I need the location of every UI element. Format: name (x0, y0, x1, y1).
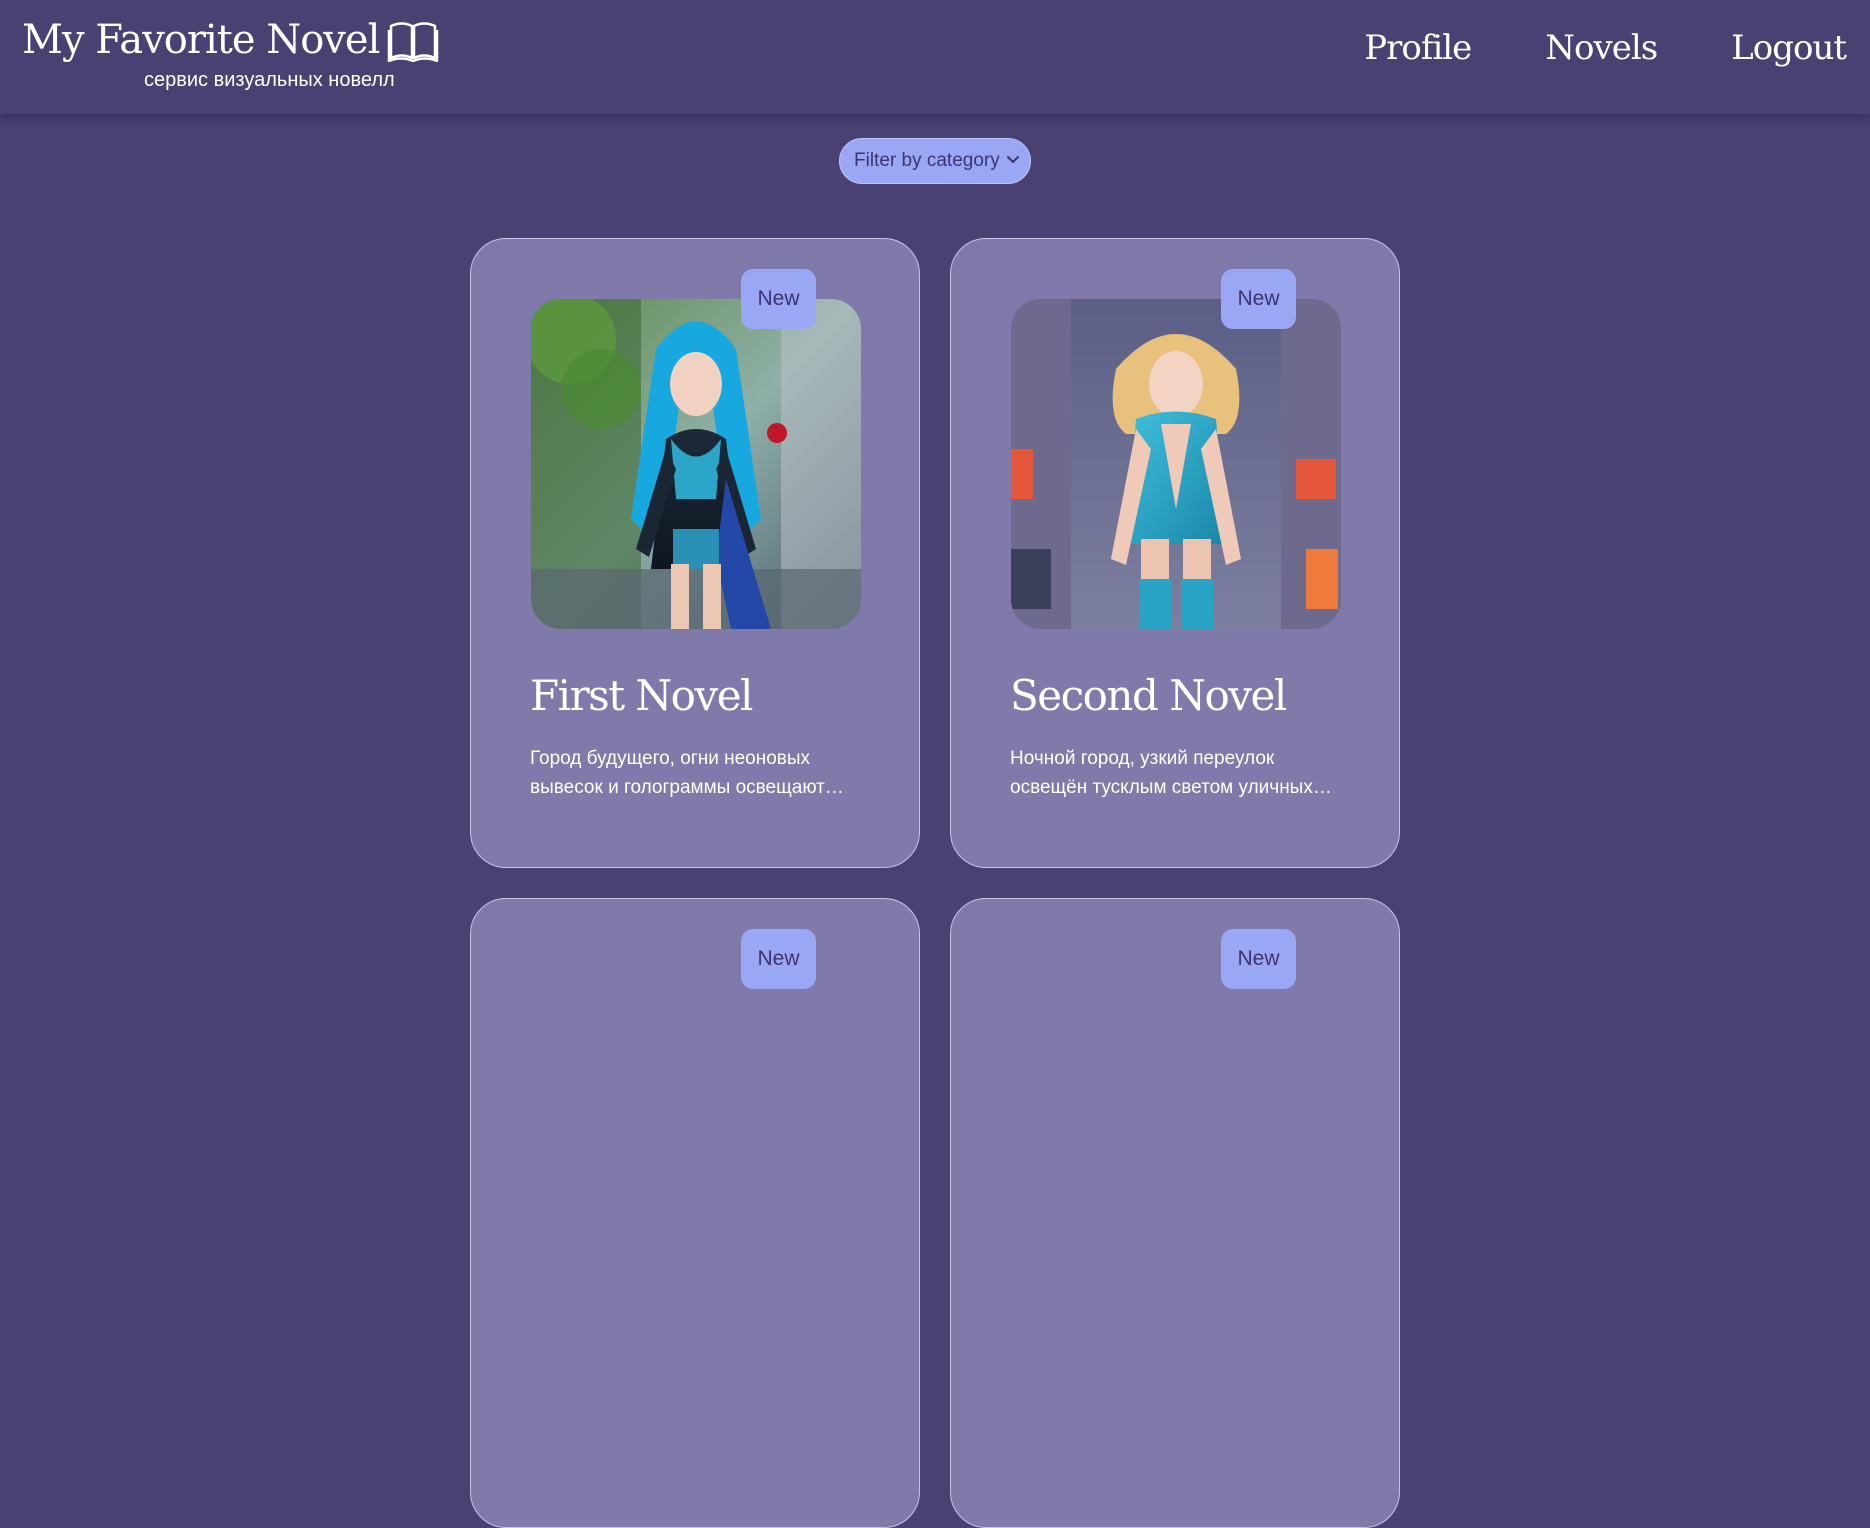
nav-novels-link[interactable]: Novels (1545, 28, 1658, 68)
new-badge: New (741, 269, 816, 329)
novel-card[interactable]: New (950, 898, 1400, 1528)
new-badge: New (1221, 929, 1296, 989)
novel-description: Ночной город, узкий переулок освещён тус… (1010, 748, 1332, 798)
new-badge: New (741, 929, 816, 989)
logo-title: My Favorite Novel (22, 17, 380, 63)
novel-cover-image (531, 299, 861, 629)
novel-card[interactable]: New (950, 238, 1400, 868)
open-book-icon (388, 22, 439, 62)
novel-title: First Novel (530, 671, 754, 720)
novel-cover-image (1011, 299, 1341, 629)
novel-card[interactable]: New (470, 238, 920, 868)
site-logo[interactable]: My Favorite Novel сервис визуальных нове… (22, 17, 439, 91)
novel-description: Город будущего, огни неоновых вывесок и … (530, 748, 844, 798)
main-nav: Profile Novels Logout (1364, 28, 1847, 68)
nav-logout-link[interactable]: Logout (1731, 28, 1847, 68)
category-filter-label: Filter by category (854, 150, 1000, 171)
new-badge: New (1221, 269, 1296, 329)
nav-profile-link[interactable]: Profile (1364, 28, 1472, 68)
category-filter-select[interactable]: Filter by category (839, 138, 1031, 184)
novel-title: Second Novel (1010, 671, 1287, 720)
top-header: My Favorite Novel сервис визуальных нове… (0, 0, 1870, 114)
chevron-down-icon (1007, 156, 1019, 163)
novel-card[interactable]: New (470, 898, 920, 1528)
logo-subtitle: сервис визуальных новелл (144, 69, 395, 91)
